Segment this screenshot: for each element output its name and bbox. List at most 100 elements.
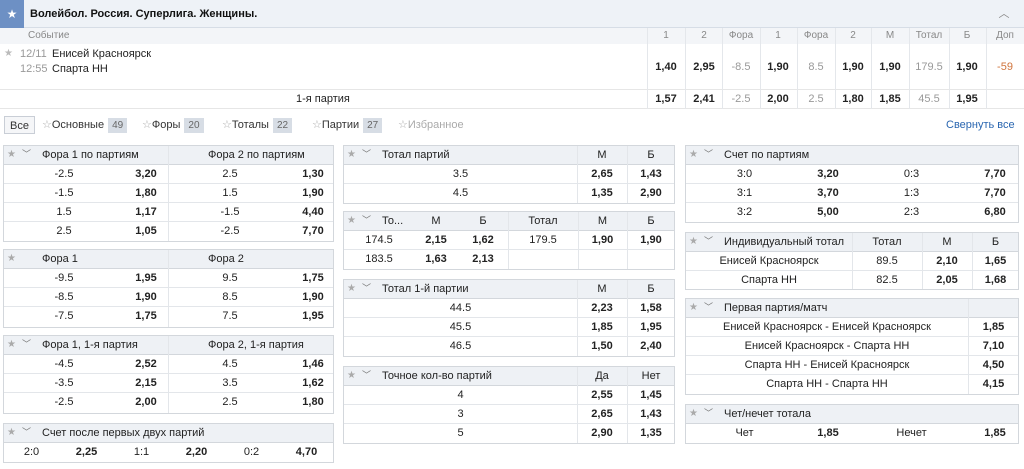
star-icon[interactable]: ★ <box>347 212 356 230</box>
odds-cell[interactable]: 1,85 <box>577 318 627 337</box>
odds-cell[interactable]: 1,46 <box>292 355 334 374</box>
star-icon[interactable]: ★ <box>347 146 356 164</box>
odds-cell[interactable]: 1,85 <box>968 318 1019 337</box>
odds-cell[interactable]: 1,75 <box>292 269 334 288</box>
star-icon[interactable]: ★ <box>689 146 698 164</box>
odd-1[interactable]: 1,40 <box>648 61 684 73</box>
odds-cell[interactable]: 2,90 <box>577 424 627 443</box>
odds-cell[interactable]: 5,00 <box>803 203 853 222</box>
odds-cell[interactable]: 1,50 <box>577 337 627 356</box>
odds-cell[interactable]: 1,90 <box>578 231 627 250</box>
odds-cell[interactable]: 2,52 <box>124 355 168 374</box>
set1-odd-under[interactable]: 1,85 <box>872 93 908 105</box>
team1-name[interactable]: Енисей Красноярск <box>52 48 151 60</box>
odds-cell[interactable]: 2,05 <box>922 271 972 290</box>
odds-cell[interactable]: 1,62 <box>458 231 508 250</box>
star-icon[interactable]: ★ <box>347 280 356 298</box>
odds-cell[interactable]: 2,65 <box>577 405 627 424</box>
odds-cell[interactable]: 1,62 <box>292 374 334 393</box>
chevron-down-icon[interactable]: ﹀ <box>704 146 713 163</box>
odds-cell[interactable]: 1,43 <box>627 165 675 184</box>
odds-cell[interactable]: 1,90 <box>124 288 168 307</box>
star-icon[interactable]: ★ <box>689 299 698 317</box>
star-icon[interactable]: ★ <box>7 424 16 442</box>
odds-cell[interactable]: 1,63 <box>414 250 458 269</box>
odds-cell[interactable]: 3,20 <box>124 165 168 184</box>
filter-fora[interactable]: ☆Форы 20 <box>142 116 204 134</box>
chevron-down-icon[interactable]: ﹀ <box>704 299 713 316</box>
odds-cell[interactable]: 1,75 <box>124 307 168 326</box>
odd-fora2[interactable]: 1,90 <box>835 61 871 73</box>
chevron-down-icon[interactable]: ﹀ <box>22 336 31 353</box>
odds-cell[interactable]: 1,80 <box>124 184 168 203</box>
set1-odd-fora1[interactable]: 2,00 <box>760 93 796 105</box>
star-icon[interactable]: ★ <box>689 405 698 423</box>
filter-main[interactable]: ☆Основные 49 <box>42 116 128 134</box>
star-icon[interactable]: ★ <box>689 233 698 251</box>
odds-cell[interactable]: 2,23 <box>577 299 627 318</box>
odds-cell[interactable]: 1,58 <box>627 299 675 318</box>
filter-favorites[interactable]: ☆Избранное <box>398 116 464 134</box>
odds-cell[interactable]: 2,15 <box>414 231 458 250</box>
star-icon[interactable]: ★ <box>7 336 16 354</box>
odds-cell[interactable]: 2,15 <box>124 374 168 393</box>
odds-cell[interactable]: 1,90 <box>627 231 675 250</box>
odd-under[interactable]: 1,90 <box>872 61 908 73</box>
odds-cell[interactable]: 1,35 <box>577 184 627 203</box>
star-icon[interactable]: ★ <box>7 250 16 268</box>
odds-cell[interactable]: 4,40 <box>292 203 334 222</box>
set1-odd-fora2[interactable]: 1,80 <box>835 93 871 105</box>
odds-cell[interactable]: 1,05 <box>124 222 168 241</box>
chevron-down-icon[interactable]: ﹀ <box>362 280 371 297</box>
odds-cell[interactable]: 7,70 <box>292 222 334 241</box>
chevron-down-icon[interactable]: ﹀ <box>362 212 371 229</box>
odds-cell[interactable]: 4,15 <box>968 375 1019 394</box>
filter-parts[interactable]: ☆Партии 27 <box>312 116 383 134</box>
odds-cell[interactable]: 2,13 <box>458 250 508 269</box>
odds-cell[interactable]: 2,00 <box>124 393 168 412</box>
odds-cell[interactable]: 4,50 <box>968 356 1019 375</box>
odds-cell[interactable]: 1,68 <box>972 271 1019 290</box>
odd-over[interactable]: 1,90 <box>949 61 985 73</box>
odds-cell[interactable]: 3,20 <box>803 165 853 184</box>
odds-cell[interactable]: 1,65 <box>972 252 1019 271</box>
odds-cell[interactable]: 1,90 <box>292 288 334 307</box>
event-star-icon[interactable]: ★ <box>4 48 13 59</box>
odds-cell[interactable]: 1,80 <box>292 393 334 412</box>
odds-cell[interactable]: 1,35 <box>627 424 675 443</box>
chevron-down-icon[interactable]: ﹀ <box>22 146 31 163</box>
favorite-star-icon[interactable]: ★ <box>0 0 24 28</box>
odds-cell[interactable]: 7,10 <box>968 337 1019 356</box>
odds-cell[interactable]: 6,80 <box>970 203 1020 222</box>
filter-all[interactable]: Все <box>4 116 35 134</box>
chevron-down-icon[interactable]: ﹀ <box>22 424 31 441</box>
odds-cell[interactable]: 1,95 <box>627 318 675 337</box>
chevron-down-icon[interactable]: ﹀ <box>362 367 371 384</box>
team2-name[interactable]: Спарта НН <box>52 63 108 75</box>
odds-cell[interactable]: 2,55 <box>577 386 627 405</box>
set1-odd-1[interactable]: 1,57 <box>648 93 684 105</box>
odd-2[interactable]: 2,95 <box>686 61 722 73</box>
odds-cell[interactable]: 1,95 <box>292 307 334 326</box>
odds-cell[interactable]: 1,43 <box>627 405 675 424</box>
star-icon[interactable]: ★ <box>7 146 16 164</box>
set1-odd-2[interactable]: 2,41 <box>686 93 722 105</box>
odds-cell[interactable]: 1,17 <box>124 203 168 222</box>
odds-cell[interactable]: 7,70 <box>970 165 1020 184</box>
chevron-down-icon[interactable]: ﹀ <box>362 146 371 163</box>
odds-cell[interactable]: 1,45 <box>627 386 675 405</box>
odds-cell[interactable]: 2,10 <box>922 252 972 271</box>
filter-totals[interactable]: ☆Тоталы 22 <box>222 116 293 134</box>
odds-cell[interactable]: 1,90 <box>292 184 334 203</box>
odds-cell[interactable]: 1,95 <box>124 269 168 288</box>
odds-cell[interactable]: 2,40 <box>627 337 675 356</box>
chevron-down-icon[interactable]: ﹀ <box>704 405 713 422</box>
odds-cell[interactable]: 2,65 <box>577 165 627 184</box>
star-icon[interactable]: ★ <box>347 367 356 385</box>
odds-cell[interactable]: 3,70 <box>803 184 853 203</box>
extra-markets-link[interactable]: -59 <box>986 61 1024 73</box>
odds-cell[interactable]: 7,70 <box>970 184 1020 203</box>
odds-cell[interactable]: 2,90 <box>627 184 675 203</box>
odds-cell[interactable]: 1,30 <box>292 165 334 184</box>
chevron-down-icon[interactable]: ﹀ <box>704 233 713 250</box>
